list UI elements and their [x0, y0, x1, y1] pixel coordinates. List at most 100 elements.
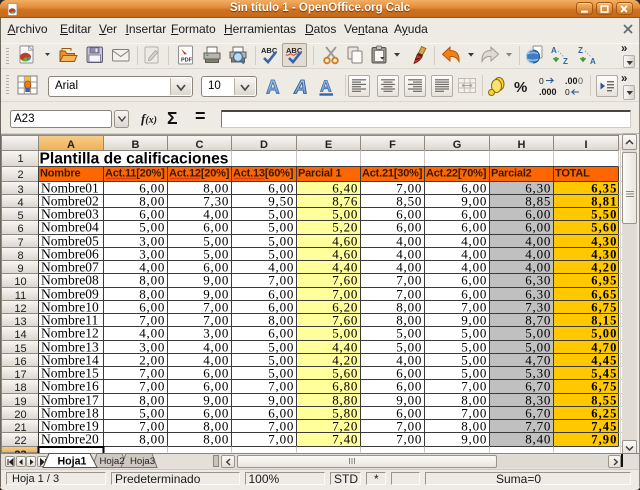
svg-text:Act.22[70%]: Act.22[70%]: [426, 168, 487, 180]
svg-text:G: G: [453, 139, 462, 151]
svg-text:22: 22: [14, 435, 26, 447]
svg-text:Parcial2: Parcial2: [491, 168, 532, 180]
svg-text:7,45: 7,45: [591, 419, 617, 433]
svg-text:2: 2: [17, 169, 23, 181]
svg-text:3,00: 3,00: [203, 325, 229, 340]
svg-text:Nombre20: Nombre20: [41, 431, 99, 446]
svg-text:0: 0: [578, 76, 583, 86]
svg-text:6,80: 6,80: [332, 378, 358, 393]
svg-text:Nombre12: Nombre12: [41, 325, 99, 340]
svg-text:14: 14: [14, 329, 26, 341]
svg-text:8,00: 8,00: [203, 431, 229, 446]
svg-text:6,70: 6,70: [525, 378, 551, 393]
svg-text:Act.21[30%]: Act.21[30%]: [362, 168, 423, 180]
svg-text:10: 10: [14, 276, 26, 288]
svg-text:0: 0: [565, 87, 570, 97]
svg-text:7,60: 7,60: [332, 272, 358, 287]
svg-text:7,00: 7,00: [268, 378, 294, 393]
svg-text:Hoja1: Hoja1: [58, 456, 87, 468]
svg-text:H: H: [518, 139, 526, 151]
svg-text:5,45: 5,45: [591, 366, 617, 380]
svg-text:Hoja3: Hoja3: [130, 456, 155, 467]
svg-text:6,00: 6,00: [396, 219, 422, 234]
svg-text:5,50: 5,50: [591, 207, 617, 221]
svg-text:6,00: 6,00: [203, 219, 229, 234]
svg-text:6,00: 6,00: [461, 219, 487, 234]
svg-text:Nombre04: Nombre04: [41, 219, 99, 234]
svg-text:.000: .000: [539, 87, 557, 97]
svg-text:7,00: 7,00: [268, 272, 294, 287]
svg-text:6,00: 6,00: [461, 272, 487, 287]
svg-text:I: I: [584, 139, 587, 151]
svg-text:PDF: PDF: [181, 58, 193, 64]
svg-text:6,75: 6,75: [591, 379, 617, 393]
svg-text:6,00: 6,00: [268, 325, 294, 340]
svg-text:D: D: [260, 139, 268, 151]
svg-text:A: A: [320, 79, 332, 96]
svg-text:1: 1: [17, 153, 23, 165]
svg-text:7,00: 7,00: [396, 431, 422, 446]
svg-text:Z: Z: [578, 46, 583, 55]
svg-text:5,00: 5,00: [268, 219, 294, 234]
svg-text:6,75: 6,75: [591, 300, 617, 314]
svg-text:7,00: 7,00: [396, 272, 422, 287]
svg-text:7,00: 7,00: [461, 378, 487, 393]
svg-text:8,81: 8,81: [591, 194, 617, 208]
svg-text:%: %: [514, 79, 527, 95]
svg-text:9,00: 9,00: [461, 431, 487, 446]
svg-text:F: F: [389, 139, 396, 151]
svg-text:Nombre08: Nombre08: [41, 272, 99, 287]
svg-text:7,90: 7,90: [591, 432, 617, 446]
svg-text:Act.11[20%]: Act.11[20%]: [105, 168, 165, 180]
svg-text:5,00: 5,00: [332, 325, 358, 340]
svg-text:A: A: [293, 78, 308, 98]
svg-text:7,40: 7,40: [332, 431, 358, 446]
svg-text:6,00: 6,00: [203, 378, 229, 393]
svg-text:Nombre: Nombre: [40, 168, 80, 180]
svg-text:6,00: 6,00: [396, 378, 422, 393]
svg-text:5,00: 5,00: [591, 326, 617, 340]
svg-text:6,30: 6,30: [525, 272, 551, 287]
svg-text:6,25: 6,25: [591, 406, 617, 420]
svg-text:A: A: [590, 57, 596, 65]
svg-text:C: C: [196, 139, 204, 151]
svg-text:0: 0: [539, 76, 544, 86]
svg-text:18: 18: [14, 382, 26, 394]
svg-text:4,30: 4,30: [591, 234, 617, 248]
svg-text:9,00: 9,00: [203, 272, 229, 287]
svg-text:TOTAL: TOTAL: [555, 168, 590, 180]
svg-text:E: E: [325, 139, 332, 151]
svg-text:8,00: 8,00: [139, 272, 165, 287]
svg-text:A: A: [266, 78, 280, 98]
svg-text:8,55: 8,55: [591, 393, 617, 407]
svg-text:8,15: 8,15: [591, 313, 617, 327]
svg-text:7,00: 7,00: [268, 431, 294, 446]
svg-text:5,00: 5,00: [461, 325, 487, 340]
svg-text:7,00: 7,00: [139, 378, 165, 393]
svg-text:6,00: 6,00: [525, 219, 551, 234]
svg-text:A: A: [67, 139, 75, 151]
svg-text:B: B: [132, 139, 140, 151]
svg-text:.00: .00: [565, 76, 578, 86]
svg-text:Hoja2: Hoja2: [100, 456, 125, 467]
svg-text:5,00: 5,00: [525, 325, 551, 340]
svg-text:4,70: 4,70: [591, 340, 617, 354]
svg-text:6,35: 6,35: [591, 181, 617, 195]
svg-text:4,30: 4,30: [591, 247, 617, 261]
svg-text:5,60: 5,60: [591, 220, 617, 234]
svg-text:5,20: 5,20: [332, 219, 358, 234]
svg-text:6,95: 6,95: [591, 273, 617, 287]
svg-text:5,00: 5,00: [396, 325, 422, 340]
svg-text:4,45: 4,45: [591, 353, 617, 367]
svg-text:Nombre16: Nombre16: [41, 378, 99, 393]
svg-text:8,40: 8,40: [525, 431, 551, 446]
svg-text:4,20: 4,20: [591, 260, 617, 274]
svg-text:Z: Z: [563, 57, 568, 65]
svg-text:4,00: 4,00: [139, 325, 165, 340]
svg-text:5,00: 5,00: [139, 219, 165, 234]
svg-text:A: A: [551, 46, 557, 55]
svg-text:6,65: 6,65: [591, 287, 617, 301]
svg-text:Plantilla de calificaciones: Plantilla de calificaciones: [40, 151, 229, 168]
svg-text:8,00: 8,00: [139, 431, 165, 446]
svg-text:Parcial 1: Parcial 1: [298, 168, 342, 180]
